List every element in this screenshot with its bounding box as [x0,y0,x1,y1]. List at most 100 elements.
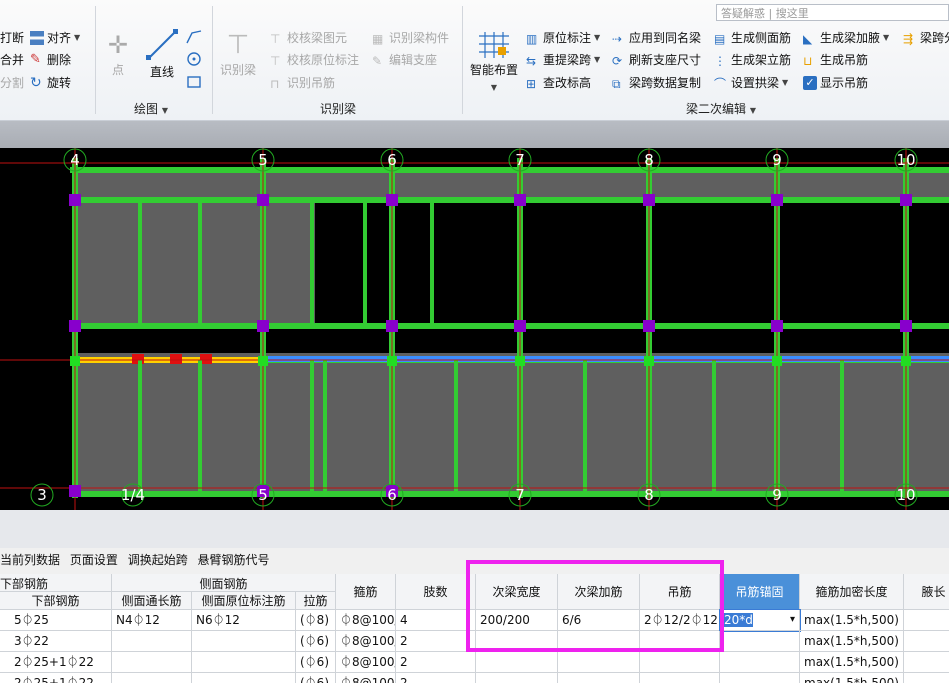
table-cell[interactable]: 5⏀25 [0,610,112,631]
anchor-edit-value[interactable]: 20*d [724,613,753,627]
swap-start-span-button[interactable]: 调换起始跨 [128,553,188,567]
column-header-side-long[interactable]: 侧面通长筋 [112,592,192,610]
line-button[interactable]: 直线 [145,28,179,80]
table-cell[interactable] [112,652,192,673]
table-cell[interactable] [640,631,720,652]
identify-beam-button[interactable]: ⊤ 识别梁 [220,30,256,78]
cantilever-rebar-code-button[interactable]: 悬臂钢筋代号 [198,553,270,567]
table-cell[interactable] [640,652,720,673]
table-cell[interactable] [476,631,558,652]
table-cell[interactable] [904,652,949,673]
group-label-beam-edit[interactable]: 梁二次编辑 ▼ [686,100,756,117]
table-cell[interactable]: ⏀8@100/ [336,610,396,631]
table-cell[interactable]: 20*d ▾ [719,609,801,632]
table-cell[interactable] [904,673,949,683]
table-cell[interactable]: N6⏀12 [192,610,296,631]
align-button[interactable]: 对齐 ▼ [30,30,80,46]
search-input[interactable]: 答疑解惑 | 搜这里 [716,4,949,21]
drawing-canvas[interactable]: 4 5 6 7 8 9 10 3 1/4 5 6 7 8 9 10 [0,148,949,510]
rectangle-icon[interactable] [186,75,202,89]
table-cell[interactable]: max(1.5*h,500) [800,631,904,652]
column-header-tie[interactable]: 拉筋 [296,592,336,610]
gen-hanger-button[interactable]: ⊔ 生成吊筋 [803,52,868,68]
show-hanger-checkbox[interactable]: ✓ 显示吊筋 [803,75,868,91]
original-mark-button[interactable]: ▥ 原位标注 ▼ [526,30,600,46]
column-header-legs[interactable]: 肢数 [396,574,476,610]
table-cell[interactable]: max(1.5*h,500) [800,673,904,683]
table-cell[interactable] [720,673,800,683]
identify-hanger-button[interactable]: ⊓ 识别吊筋 [270,75,335,91]
table-cell[interactable]: max(1.5*h,500) [800,610,904,631]
column-header-stirrup[interactable]: 箍筋 [336,574,396,610]
table-cell[interactable]: (⏀6) [296,631,336,652]
splitter[interactable] [0,510,949,548]
copy-span-data-button[interactable]: ⧉ 梁跨数据复制 [612,75,701,91]
gen-haunch-button[interactable]: ◣ 生成梁加腋 ▼ [803,30,889,46]
split-button[interactable]: 分割 [0,75,24,91]
check-elevation-button[interactable]: ⊞ 查改标高 [526,75,591,91]
table-cell[interactable]: 2 [396,631,476,652]
table-cell[interactable]: 4 [396,610,476,631]
table-cell[interactable]: 2⏀12/2⏀12 [640,610,720,631]
table-cell[interactable] [476,673,558,683]
table-cell[interactable]: ⏀8@100/ [336,631,396,652]
identify-beam-component-button[interactable]: ▦ 识别梁构件 [372,30,449,46]
table-cell[interactable]: ⏀8@100/ [336,673,396,683]
edit-support-button[interactable]: ✎ 编辑支座 [372,52,437,68]
table-cell[interactable]: max(1.5*h,500) [800,652,904,673]
dropdown-arrow-icon[interactable]: ▾ [790,610,795,630]
table-cell[interactable]: N4⏀12 [112,610,192,631]
merge-button[interactable]: 合并 [0,52,24,68]
table-cell[interactable] [720,652,800,673]
table-cell[interactable] [476,652,558,673]
gen-side-rebar-button[interactable]: ▤ 生成侧面筋 [714,30,791,46]
apply-same-name-button[interactable]: ⇢ 应用到同名梁 [612,30,701,46]
table-cell[interactable] [558,631,640,652]
column-header-side-mark[interactable]: 侧面原位标注筋 [192,592,296,610]
set-arch-beam-button[interactable]: ⌒ 设置拱梁 ▼ [714,75,788,91]
cross-beam-button[interactable]: ⇶梁跨分 [903,30,949,46]
point-button[interactable]: ✛ 点 [108,30,128,78]
table-cell[interactable] [112,673,192,683]
circle-icon[interactable] [186,52,202,66]
break-button[interactable]: 打断 [0,30,24,46]
group-label-draw[interactable]: 绘图 ▼ [134,100,168,117]
table-cell[interactable] [192,652,296,673]
table-cell[interactable] [192,631,296,652]
refresh-support-size-button[interactable]: ⟳ 刷新支座尺寸 [612,52,701,68]
check-original-mark-button[interactable]: ⊤ 校核原位标注 [270,52,359,68]
table-cell[interactable]: (⏀6) [296,673,336,683]
table-cell[interactable] [558,652,640,673]
column-header-sec-add[interactable]: 次梁加筋 [558,574,640,610]
table-cell[interactable]: 2 [396,673,476,683]
check-beam-element-button[interactable]: ⊤ 校核梁图元 [270,30,347,46]
table-cell[interactable]: (⏀8) [296,610,336,631]
table-cell[interactable] [112,631,192,652]
column-header-sec-width[interactable]: 次梁宽度 [476,574,558,610]
table-cell[interactable]: 3⏀22 [0,631,112,652]
table-cell[interactable] [904,631,949,652]
table-cell[interactable]: 2⏀25+1⏀22 [0,652,112,673]
table-cell[interactable]: 2⏀25+1⏀22 [0,673,112,683]
rotate-button[interactable]: ↻ 旋转 [30,75,71,91]
column-header-hanger-anchor[interactable]: 吊筋锚固 [720,574,800,610]
smart-layout-button[interactable]: 智能布置 ▼ [470,30,518,96]
table-cell[interactable]: 6/6 [558,610,640,631]
current-column-data-button[interactable]: 当前列数据 [0,553,60,567]
column-header-hanger[interactable]: 吊筋 [640,574,720,610]
page-setup-button[interactable]: 页面设置 [70,553,118,567]
table-cell[interactable]: (⏀6) [296,652,336,673]
table-cell[interactable] [904,610,949,631]
table-cell[interactable] [640,673,720,683]
column-header-bottom-rebar[interactable]: 下部钢筋 [0,592,112,610]
table-cell[interactable] [720,631,800,652]
re-extract-span-button[interactable]: ⇆ 重提梁跨 ▼ [526,52,600,68]
delete-button[interactable]: ✎ 删除 [30,52,71,68]
table-cell[interactable] [192,673,296,683]
gen-erection-rebar-button[interactable]: ⋮ 生成架立筋 [714,52,791,68]
polyline-icon[interactable] [186,30,202,44]
table-cell[interactable]: ⏀8@100/ [336,652,396,673]
table-cell[interactable] [558,673,640,683]
column-header-dense-len[interactable]: 箍筋加密长度 [800,574,904,610]
table-cell[interactable]: 2 [396,652,476,673]
